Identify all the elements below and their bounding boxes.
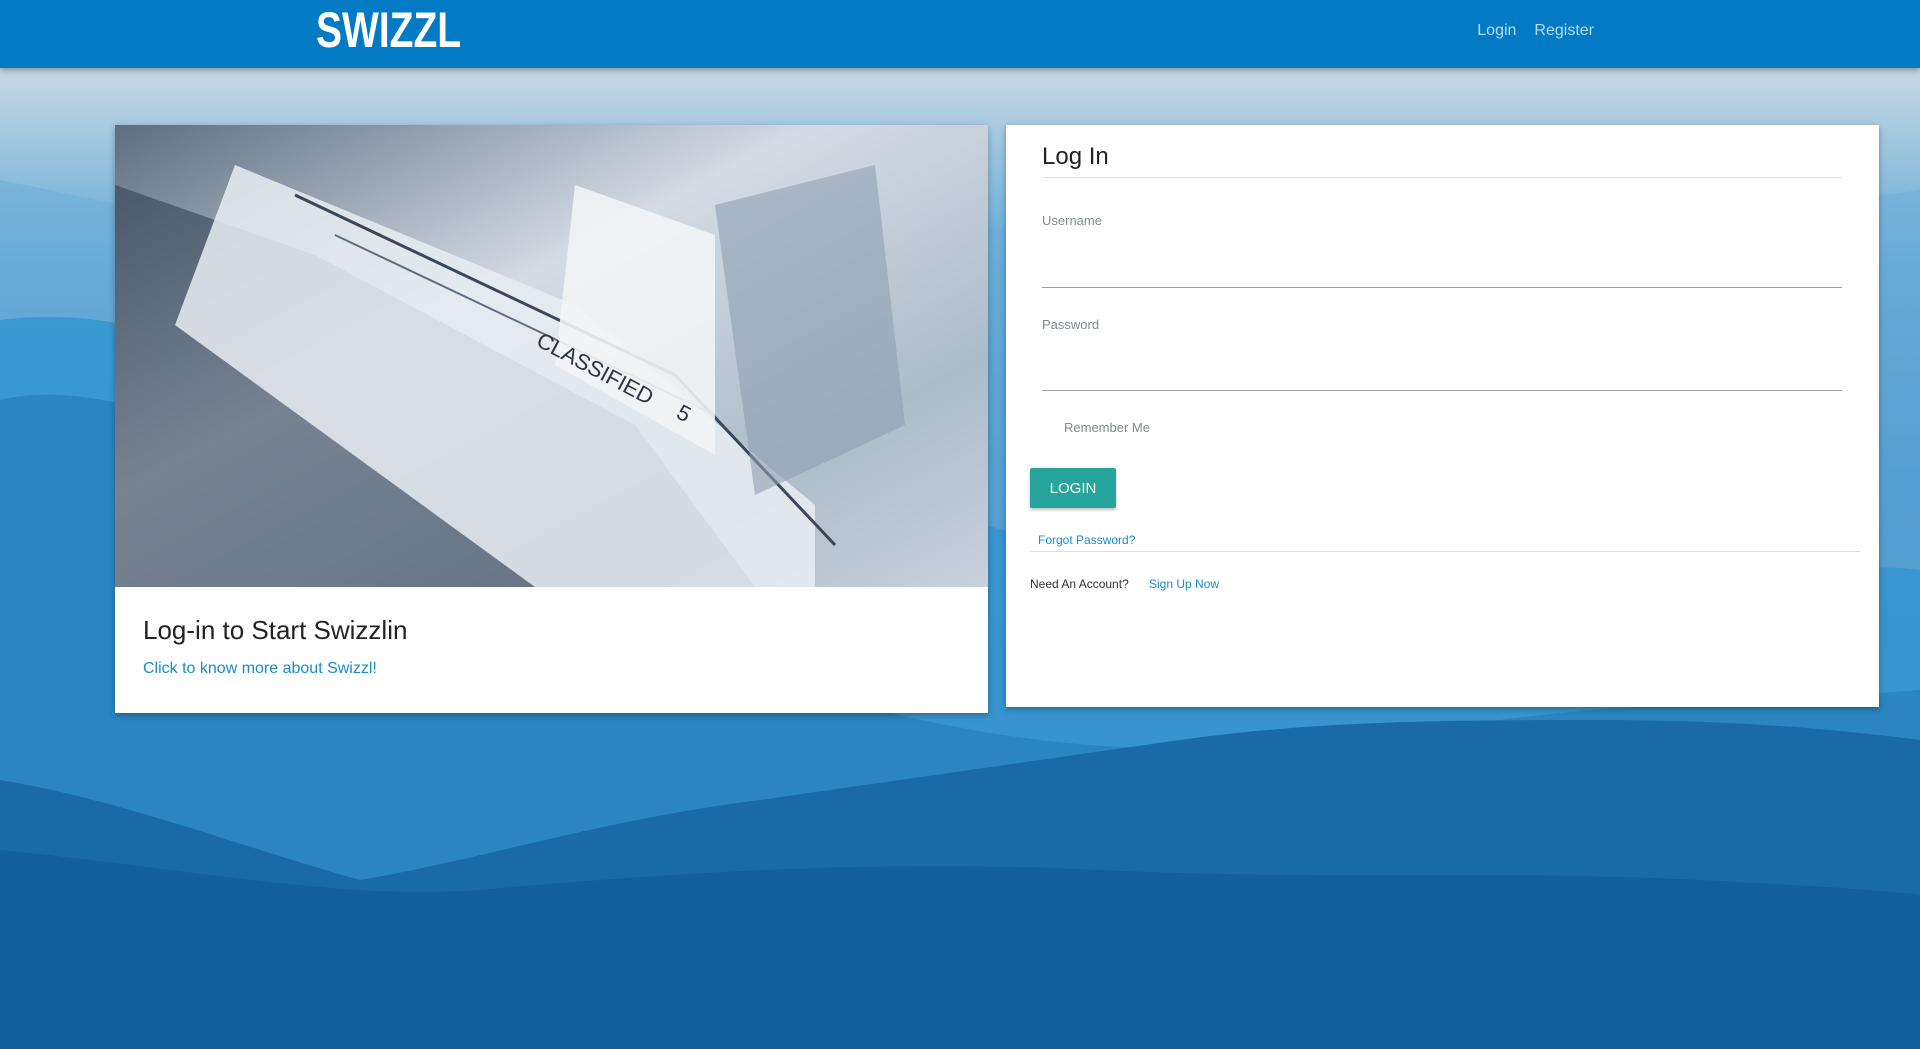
info-card-title: Log-in to Start Swizzlin (143, 615, 408, 645)
folders-photo: CLASSIFIED 5 (115, 125, 988, 587)
brand-logo[interactable]: SWIZZL (316, 2, 461, 58)
login-title: Log In (1042, 143, 1842, 178)
remember-me-label: Remember Me (1064, 420, 1150, 435)
login-card: Log In Username Password Remember Me LOG… (1006, 125, 1879, 707)
password-label: Password (1042, 317, 1100, 332)
info-card-body: Log-in to Start Swizzlin Click to know m… (115, 587, 988, 706)
login-button[interactable]: LOGIN (1030, 468, 1116, 508)
divider (1030, 551, 1860, 552)
username-input[interactable] (1042, 257, 1842, 288)
need-account-text: Need An Account? (1030, 577, 1129, 591)
about-link[interactable]: Click to know more about Swizzl! (143, 660, 377, 677)
nav-link-login[interactable]: Login (1477, 22, 1516, 40)
info-card: CLASSIFIED 5 Log-in to Start Swizzlin Cl… (115, 125, 988, 713)
nav-links: Login Register (1477, 22, 1594, 40)
sign-up-link[interactable]: Sign Up Now (1149, 577, 1219, 591)
password-input[interactable] (1042, 360, 1842, 391)
card-image: CLASSIFIED 5 (115, 125, 988, 587)
remember-me-checkbox[interactable]: Remember Me (1064, 420, 1150, 435)
top-navbar: SWIZZL Login Register (0, 0, 1920, 68)
username-label: Username (1042, 213, 1102, 228)
forgot-password-link[interactable]: Forgot Password? (1038, 533, 1135, 547)
nav-link-register[interactable]: Register (1534, 22, 1594, 40)
